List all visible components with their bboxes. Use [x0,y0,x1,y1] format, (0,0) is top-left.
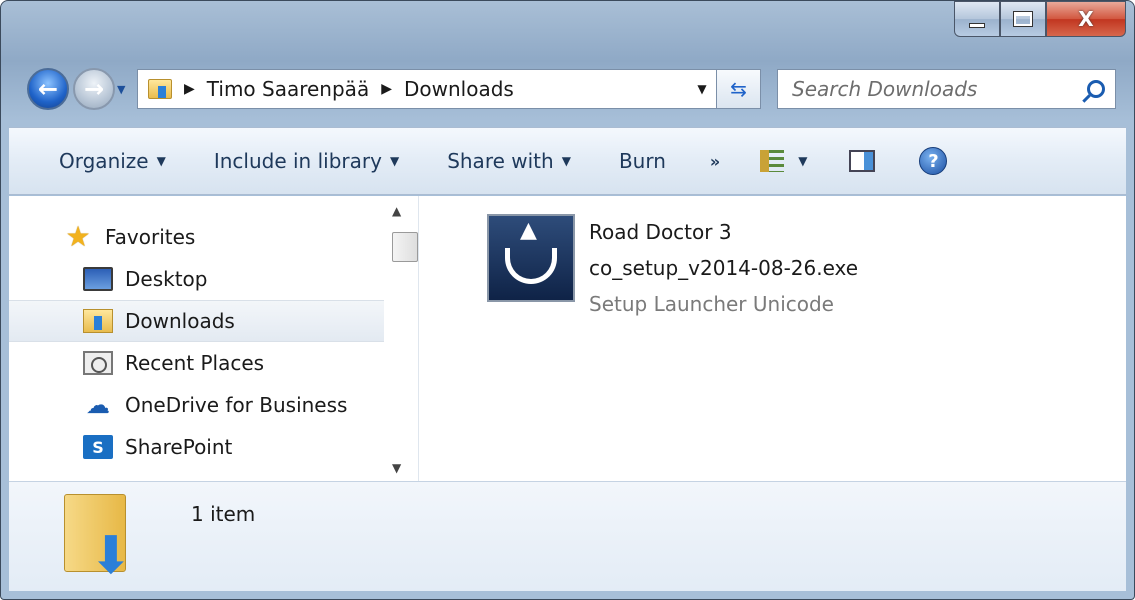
download-arrow-icon: ⬇ [89,526,133,586]
sidebar-item-onedrive[interactable]: ☁ OneDrive for Business [9,384,413,426]
back-button[interactable]: ← [27,68,69,110]
sidebar-item-recent-places[interactable]: Recent Places [9,342,413,384]
navigation-bar: ← → ▼ ▶ Timo Saarenpää ▶ Downloads ▼ ⇆ S… [27,67,1116,111]
minimize-button[interactable] [954,1,1000,37]
content-area: ★ Favorites Desktop Downloads Recent Pla… [9,196,1126,481]
downloads-folder-icon [83,309,113,333]
breadcrumb-arrow-icon[interactable]: ▶ [381,81,392,97]
navigation-pane: ★ Favorites Desktop Downloads Recent Pla… [9,196,419,481]
sidebar-item-downloads[interactable]: Downloads [9,300,413,342]
minimize-icon [969,22,985,28]
downloads-folder-icon [148,79,172,99]
maximize-icon [1013,11,1033,27]
sidebar-item-label: OneDrive for Business [125,393,348,417]
command-bar: Organize ▼ Include in library ▼ Share with… [9,127,1126,195]
caption-buttons: X [954,1,1126,39]
forward-arrow-icon: → [83,75,105,103]
more-commands-button[interactable]: » [690,152,740,171]
setup-launcher-icon [487,214,575,302]
sidebar-item-label: SharePoint [125,435,233,459]
onedrive-icon: ☁ [86,391,110,419]
address-bar[interactable]: ▶ Timo Saarenpää ▶ Downloads ▼ [137,69,717,109]
sidebar-item-favorites[interactable]: ★ Favorites [9,216,413,258]
star-icon: ★ [65,220,91,253]
search-placeholder: Search Downloads [792,77,978,101]
chevron-down-icon: ▼ [389,154,400,168]
scrollbar-thumb[interactable] [392,232,418,262]
breadcrumb-downloads[interactable]: Downloads [404,77,514,101]
breadcrumb-arrow-icon[interactable]: ▶ [184,81,195,97]
sidebar-item-sharepoint[interactable]: S SharePoint [9,426,413,468]
include-in-library-button[interactable]: Include in library ▼ [190,149,423,173]
burn-button[interactable]: Burn [595,149,690,173]
chevron-down-icon: ▼ [561,154,571,168]
sidebar-item-desktop[interactable]: Desktop [9,258,413,300]
address-dropdown-icon[interactable]: ▼ [688,82,716,96]
burn-label: Burn [618,149,666,173]
refresh-button[interactable]: ⇆ [717,69,761,109]
help-icon[interactable]: ? [919,147,948,175]
maximize-button[interactable] [1000,1,1046,37]
organize-label: Organize [59,149,149,173]
more-chevron-icon: » [709,151,721,171]
chevron-down-icon: ▼ [117,82,126,96]
close-icon: X [1078,7,1094,31]
navigation-scrollbar[interactable]: ▲ ▼ [384,196,418,481]
close-button[interactable]: X [1046,1,1126,37]
share-with-label: Share with [447,149,554,173]
file-list: Road Doctor 3 co_setup_v2014-08-26.exe S… [419,196,1126,481]
scroll-up-icon[interactable]: ▲ [392,204,401,218]
file-item[interactable]: Road Doctor 3 co_setup_v2014-08-26.exe S… [487,214,858,322]
breadcrumb-user[interactable]: Timo Saarenpää [207,77,369,101]
sidebar-item-label: Favorites [105,225,196,249]
sidebar-item-label: Recent Places [125,351,265,375]
sharepoint-icon: S [83,435,113,459]
refresh-icon: ⇆ [730,77,747,101]
share-with-button[interactable]: Share with ▼ [423,149,595,173]
chevron-down-icon: ▼ [156,154,166,168]
include-in-library-label: Include in library [213,149,382,173]
chevron-down-icon[interactable]: ▼ [798,154,807,168]
details-pane: ⬇ 1 item [9,481,1126,591]
explorer-window: X ← → ▼ ▶ Timo Saarenpää ▶ Downloads ▼ ⇆… [0,0,1135,600]
scroll-down-icon[interactable]: ▼ [392,461,401,475]
desktop-icon [83,267,113,291]
recent-pages-dropdown[interactable]: ▼ [117,83,131,96]
sidebar-item-label: Desktop [125,267,208,291]
sidebar-item-label: Downloads [125,309,235,333]
organize-button[interactable]: Organize ▼ [9,149,190,173]
file-name-line2: co_setup_v2014-08-26.exe [589,256,859,280]
file-type: Setup Launcher Unicode [589,292,834,316]
forward-button[interactable]: → [73,68,115,110]
change-view-icon[interactable] [760,150,785,172]
preview-pane-icon[interactable] [849,150,876,172]
file-text: Road Doctor 3 co_setup_v2014-08-26.exe S… [589,214,858,322]
back-arrow-icon: ← [37,75,59,103]
file-name-line1: Road Doctor 3 [589,220,732,244]
recent-places-icon [83,351,113,375]
item-count: 1 item [191,502,256,526]
search-icon[interactable] [1087,80,1105,98]
search-input[interactable]: Search Downloads [777,69,1116,109]
